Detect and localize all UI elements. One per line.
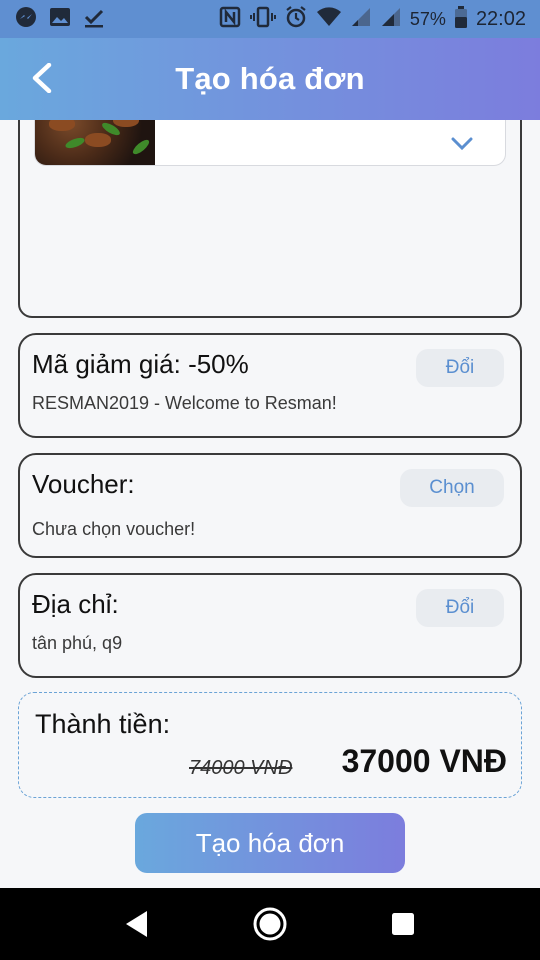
food-item-card[interactable] [34,120,506,166]
voucher-detail: Chưa chọn voucher! [32,519,196,539]
signal-icon [380,6,402,33]
change-address-button[interactable]: Đổi [416,589,504,627]
alarm-icon [284,5,308,34]
nav-home-button[interactable] [246,900,294,948]
create-invoice-button[interactable]: Tạo hóa đơn [135,813,405,873]
battery-icon [454,5,468,34]
content-area[interactable]: Mã giảm giá: -50% RESMAN2019 - Welcome t… [0,120,540,888]
back-triangle-icon [125,911,147,937]
address-detail: tân phú, q9 [32,633,123,653]
app-header: Tạo hóa đơn [0,38,540,120]
messenger-icon [14,5,38,34]
original-price: 74000 VNĐ [189,757,293,779]
address-card: Địa chỉ: tân phú, q9 Đổi [18,573,522,678]
nav-back-button[interactable] [113,900,161,948]
discount-detail: RESMAN2019 - Welcome to Resman! [32,393,337,413]
total-label: Thành tiền: [35,709,171,739]
chevron-down-icon[interactable] [451,137,473,151]
total-box: Thành tiền: 74000 VNĐ 37000 VNĐ [18,692,522,798]
nav-recents-button[interactable] [379,900,427,948]
food-image [35,120,155,165]
status-left-icons [14,5,106,34]
recents-square-icon [392,913,415,935]
voucher-title: Voucher: [32,469,135,499]
discount-card: Mã giảm giá: -50% RESMAN2019 - Welcome t… [18,333,522,438]
back-button[interactable] [24,60,60,96]
nfc-icon [218,5,242,34]
clock: 22:02 [475,7,526,30]
voucher-card: Voucher: Chưa chọn voucher! Chọn [18,453,522,558]
status-bar: 57% 22:02 [0,0,540,38]
address-title: Địa chỉ: [32,589,119,619]
system-nav-bar [0,888,540,960]
page-title: Tạo hóa đơn [175,61,365,96]
order-items-panel[interactable] [18,120,522,318]
wifi-icon [316,6,342,33]
final-price: 37000 VNĐ [341,743,507,779]
gallery-icon [48,5,72,34]
home-circle-icon [253,907,287,941]
choose-voucher-button[interactable]: Chọn [400,469,504,507]
back-arrow-icon [32,63,52,93]
change-discount-button[interactable]: Đổi [416,349,504,387]
signal-icon [350,6,372,33]
discount-title: Mã giảm giá: -50% [32,349,249,379]
vibrate-icon [249,5,276,34]
battery-percent: 57% [409,8,446,29]
download-check-icon [82,5,106,34]
status-right-icons: 57% 22:02 [218,5,526,34]
